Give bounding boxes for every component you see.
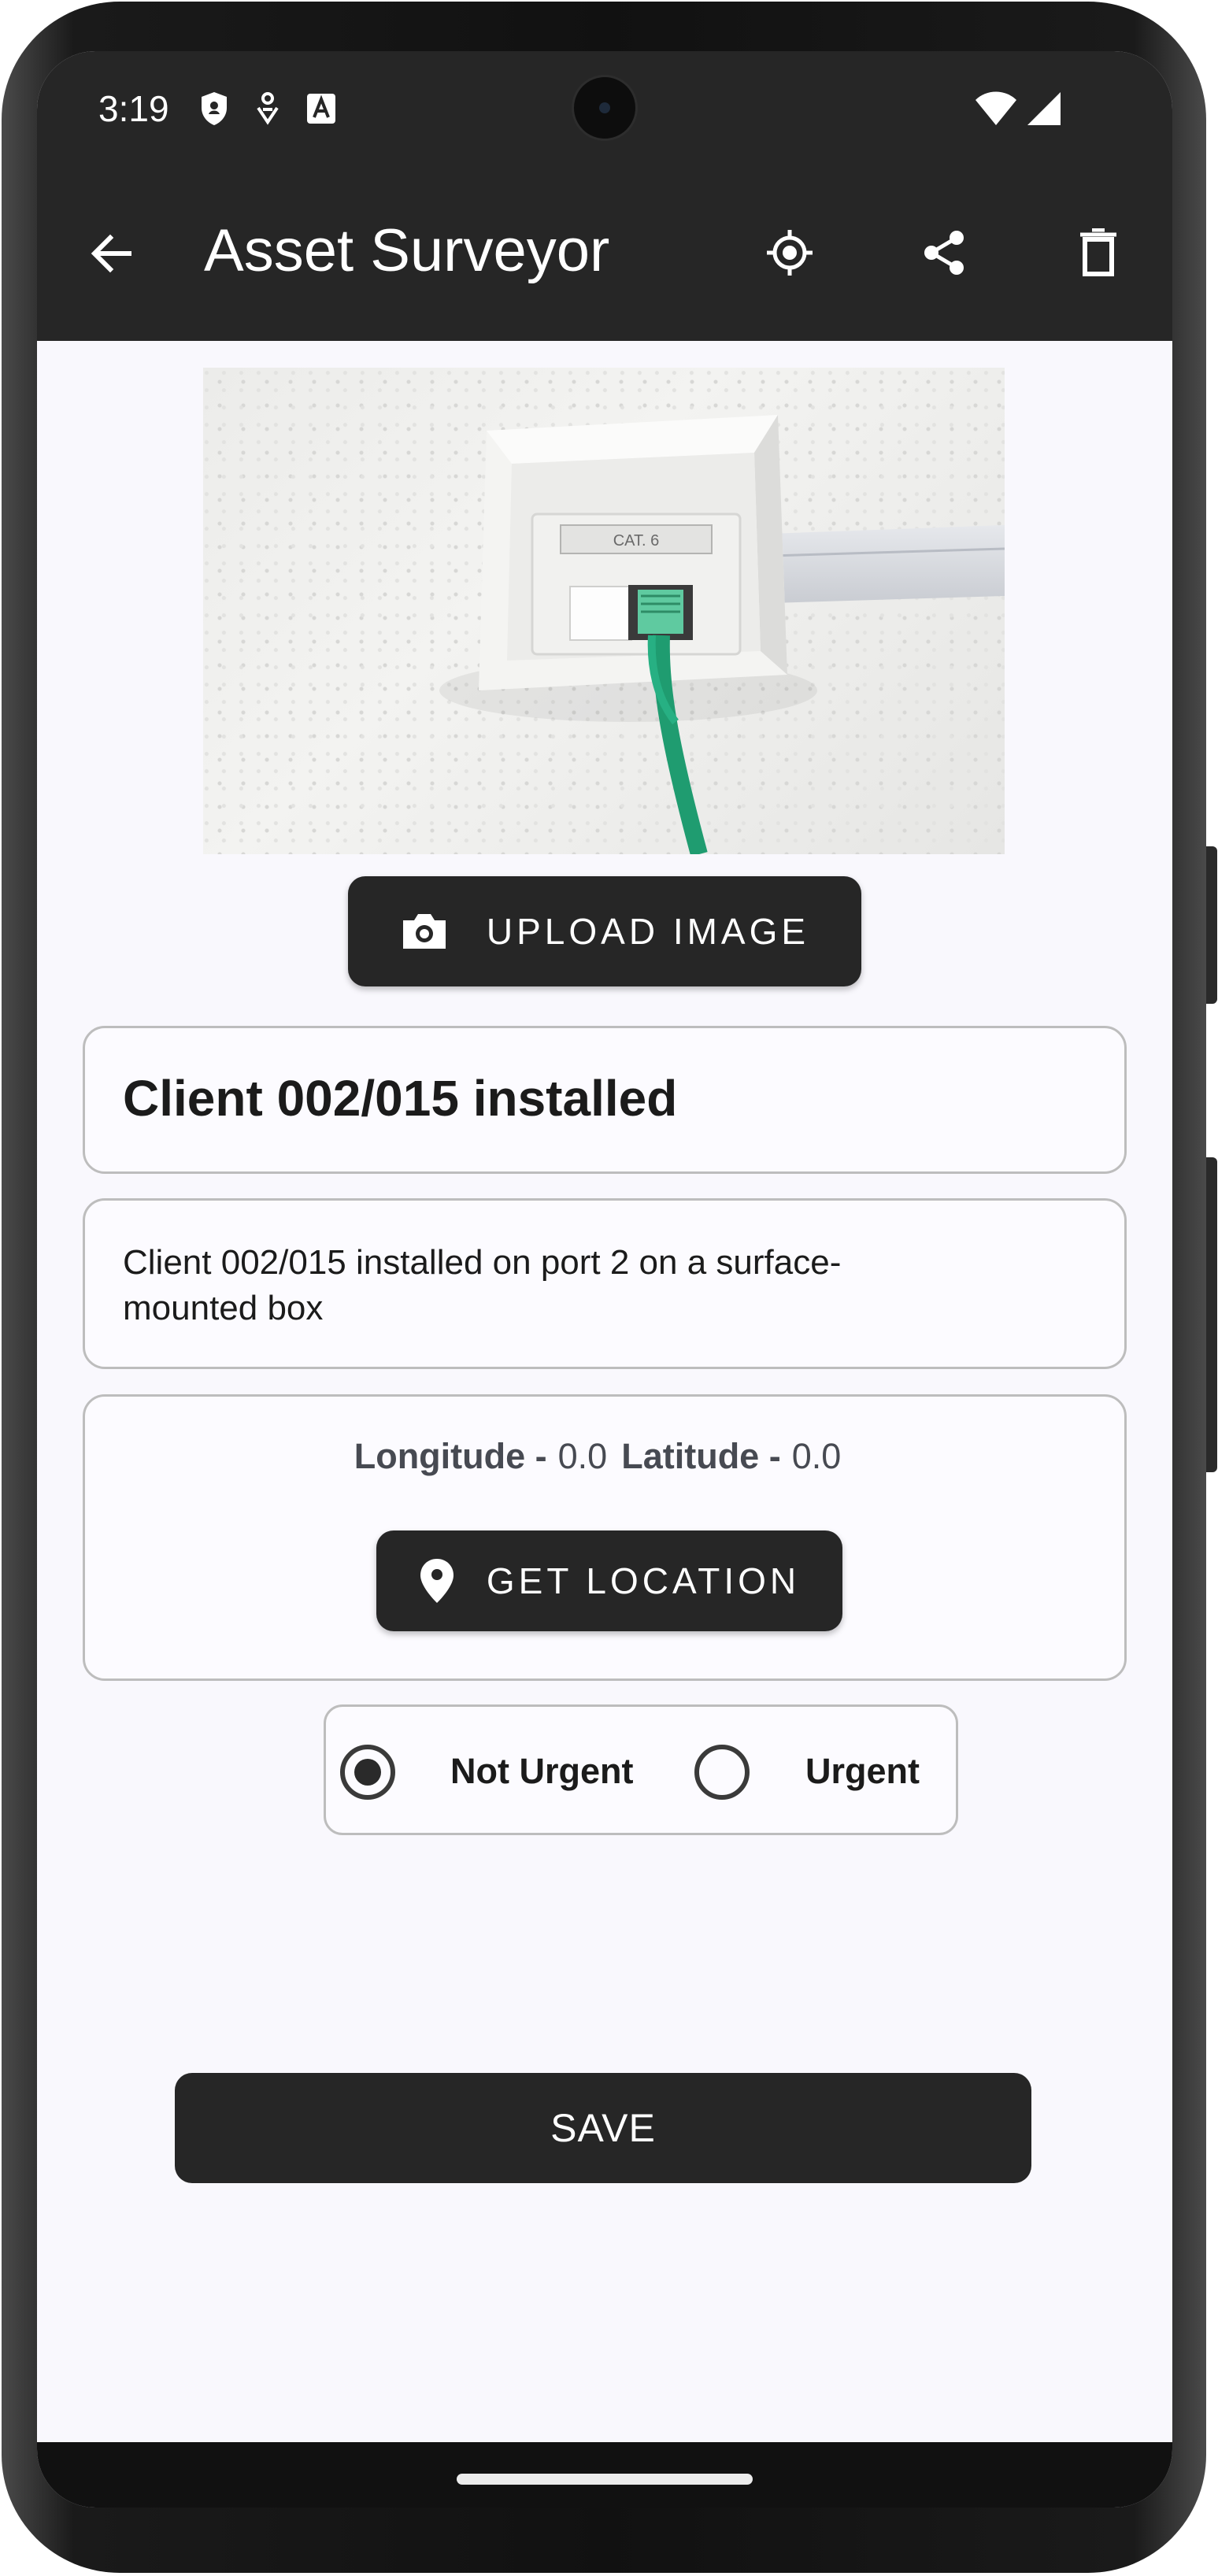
power-button: [1206, 1157, 1217, 1472]
save-button[interactable]: SAVE: [175, 2073, 1031, 2183]
shield-icon: [198, 91, 230, 127]
longitude-label: Longitude -: [354, 1436, 547, 1476]
description-value: Client 002/015 installed on port 2 on a …: [123, 1243, 842, 1327]
home-indicator[interactable]: [457, 2474, 753, 2485]
back-arrow-icon: [91, 234, 131, 273]
screen: 3:19 Asset Surveyor CAT. 6 UPLOAD IMAGE …: [37, 51, 1172, 2508]
not-urgent-label[interactable]: Not Urgent: [450, 1751, 633, 1792]
status-bar: 3:19: [37, 51, 1172, 161]
cat6-label: CAT. 6: [613, 532, 660, 550]
location-pin-icon: [420, 1559, 454, 1603]
wifi-icon: [974, 91, 1018, 131]
upload-image-button[interactable]: UPLOAD IMAGE: [348, 876, 861, 986]
urgent-label[interactable]: Urgent: [805, 1751, 920, 1792]
asset-photo: CAT. 6: [203, 368, 1005, 854]
description-field[interactable]: Client 002/015 installed on port 2 on a …: [83, 1198, 1127, 1369]
delete-button[interactable]: [1068, 223, 1128, 283]
network-socket-image: CAT. 6: [439, 415, 1005, 854]
urgency-radio-group: Not Urgent Urgent: [324, 1704, 958, 1835]
gps-button[interactable]: [760, 223, 820, 283]
not-urgent-radio[interactable]: [340, 1745, 395, 1800]
app-bar: Asset Surveyor: [37, 161, 1172, 341]
back-button[interactable]: [84, 226, 139, 281]
urgent-radio[interactable]: [694, 1745, 750, 1800]
title-value: Client 002/015 installed: [123, 1070, 678, 1127]
gps-target-icon: [767, 230, 813, 276]
share-icon: [924, 231, 964, 275]
notification-icon: [254, 91, 282, 127]
camera-icon: [402, 914, 446, 949]
title-field[interactable]: Client 002/015 installed: [83, 1026, 1127, 1174]
get-location-button[interactable]: GET LOCATION: [376, 1530, 842, 1631]
navigation-bar: [37, 2442, 1172, 2508]
longitude-value: 0.0: [557, 1436, 608, 1476]
latitude-value: 0.0: [791, 1436, 842, 1476]
delete-icon: [1080, 228, 1116, 276]
status-time: 3:19: [98, 88, 169, 129]
latitude-label: Latitude -: [621, 1436, 781, 1476]
get-location-label: GET LOCATION: [486, 1560, 801, 1601]
location-card: Longitude -0.0 Latitude -0.0 GET LOCATION: [83, 1394, 1127, 1681]
volume-button: [1206, 846, 1217, 1004]
signal-icon: [1024, 91, 1062, 131]
front-camera: [572, 75, 638, 141]
coordinates-readout: Longitude -0.0 Latitude -0.0: [85, 1436, 1124, 1477]
save-label: SAVE: [550, 2106, 656, 2150]
share-button[interactable]: [914, 223, 974, 283]
upload-image-label: UPLOAD IMAGE: [486, 911, 810, 952]
font-icon: [305, 92, 337, 125]
app-title: Asset Surveyor: [204, 217, 610, 284]
